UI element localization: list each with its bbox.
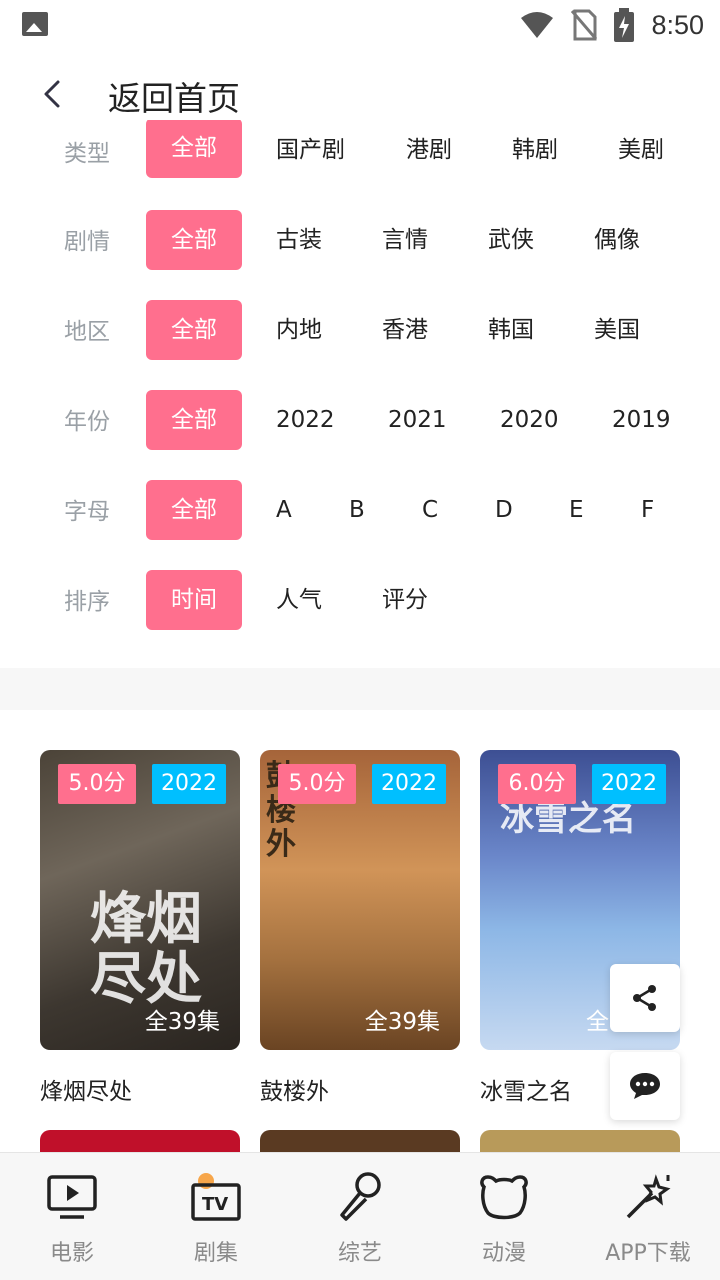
poster-artwork-text: 烽烟尽处 [90,887,202,1012]
sort-option-rating[interactable]: 评分 [382,570,428,630]
filter-option[interactable]: 香港 [382,300,428,360]
nav-item-app-download[interactable]: APP下载 [576,1153,720,1280]
nav-label: 综艺 [337,1241,382,1266]
score-badge: 6.0分 [498,764,576,804]
filter-option[interactable]: E [569,480,584,540]
filter-label: 地区 [64,319,110,345]
filter-option[interactable]: 内地 [276,300,322,360]
movie-screen-icon [47,1175,97,1219]
filter-option[interactable]: 港剧 [406,120,452,180]
battery-charging-icon [614,8,635,42]
filter-option[interactable]: 韩国 [488,300,534,360]
filter-option-all[interactable]: 全部 [146,480,242,540]
sort-option-time[interactable]: 时间 [146,570,242,630]
comment-button[interactable] [610,1052,680,1120]
filter-label: 字母 [64,499,110,525]
poster-artwork-text: 冰雪之名 [500,799,636,839]
nav-label: 电影 [49,1241,94,1266]
filter-option[interactable]: 2022 [276,390,335,450]
drama-card[interactable]: 烽烟尽处 5.0分 2022 全39集 [40,750,240,1050]
filter-option-all[interactable]: 全部 [146,210,242,270]
filter-panel: 类型 全部 国产剧 港剧 韩剧 美剧 剧情 全部 古装 言情 武侠 偶像 地区 … [0,120,720,665]
filter-option[interactable]: C [422,480,438,540]
filter-option[interactable]: A [276,480,292,540]
filter-option[interactable]: 2020 [500,390,559,450]
year-badge: 2022 [372,764,446,804]
gallery-notification-icon [22,12,48,36]
nav-item-anime[interactable]: 动漫 [432,1153,576,1280]
bear-icon [480,1175,528,1220]
filter-option[interactable]: 偶像 [594,210,640,270]
section-divider [0,668,720,710]
nav-label: 剧集 [193,1241,238,1266]
filter-option[interactable]: 国产剧 [276,120,345,180]
drama-title[interactable]: 鼓楼外 [260,1072,329,1106]
filter-option[interactable]: 韩剧 [512,120,558,180]
filter-option[interactable]: 古装 [276,210,322,270]
filter-option[interactable]: F [641,480,654,540]
drama-title[interactable]: 烽烟尽处 [40,1072,132,1106]
page-title[interactable]: 返回首页 [108,72,240,120]
chat-bubble-icon [630,1073,660,1099]
share-icon [633,985,656,1011]
filter-option[interactable]: 2019 [612,390,671,450]
nav-label: APP下载 [605,1241,691,1266]
wifi-icon [521,12,554,38]
microphone-icon [340,1172,381,1221]
nav-item-series[interactable]: TV 剧集 [144,1153,288,1280]
nav-label: 动漫 [481,1241,526,1266]
filter-option[interactable]: 2021 [388,390,447,450]
filter-label: 排序 [64,589,110,615]
tv-icon: TV [191,1173,241,1221]
filter-option[interactable]: 武侠 [488,210,534,270]
filter-option[interactable]: 美国 [594,300,640,360]
filter-option[interactable]: 言情 [382,210,428,270]
status-bar: 8:50 [0,0,720,50]
filter-label: 剧情 [64,229,110,255]
no-sim-icon [571,9,598,41]
status-time: 8:50 [651,9,704,40]
back-arrow-icon[interactable] [34,74,74,114]
filter-row-year: 年份 全部 2022 2021 2020 2019 [0,390,720,450]
drama-card[interactable]: 鼓楼外 5.0分 2022 全39集 [260,750,460,1050]
filter-option-all[interactable]: 全部 [146,300,242,360]
score-badge: 5.0分 [278,764,356,804]
status-icons: 8:50 [519,8,704,42]
filter-option[interactable]: D [495,480,513,540]
filter-label: 类型 [64,141,110,167]
episode-count: 全39集 [364,1009,440,1035]
nav-item-variety[interactable]: 综艺 [288,1153,432,1280]
filter-row-sort: 排序 时间 人气 评分 [0,570,720,630]
filter-row-plot: 剧情 全部 古装 言情 武侠 偶像 [0,210,720,270]
magic-wand-icon [626,1174,671,1219]
filter-row-region: 地区 全部 内地 香港 韩国 美国 [0,300,720,360]
episode-count: 全 [586,1009,609,1035]
bottom-nav: 电影 TV 剧集 综艺 动漫 APP下载 [0,1152,720,1280]
filter-option[interactable]: 美剧 [618,120,664,180]
svg-text:TV: TV [202,1194,228,1215]
filter-option[interactable]: B [349,480,365,540]
filter-row-type: 类型 全部 国产剧 港剧 韩剧 美剧 [0,120,720,180]
score-badge: 5.0分 [58,764,136,804]
drama-title[interactable]: 冰雪之名 [480,1072,572,1106]
filter-row-letter: 字母 全部 A B C D E F [0,480,720,540]
filter-option-all[interactable]: 全部 [146,390,242,450]
year-badge: 2022 [152,764,226,804]
episode-count: 全39集 [144,1009,220,1035]
share-button[interactable] [610,964,680,1032]
year-badge: 2022 [592,764,666,804]
filter-label: 年份 [64,409,110,435]
filter-option-all[interactable]: 全部 [146,120,242,178]
sort-option-popularity[interactable]: 人气 [276,570,322,630]
nav-item-movies[interactable]: 电影 [0,1153,144,1280]
